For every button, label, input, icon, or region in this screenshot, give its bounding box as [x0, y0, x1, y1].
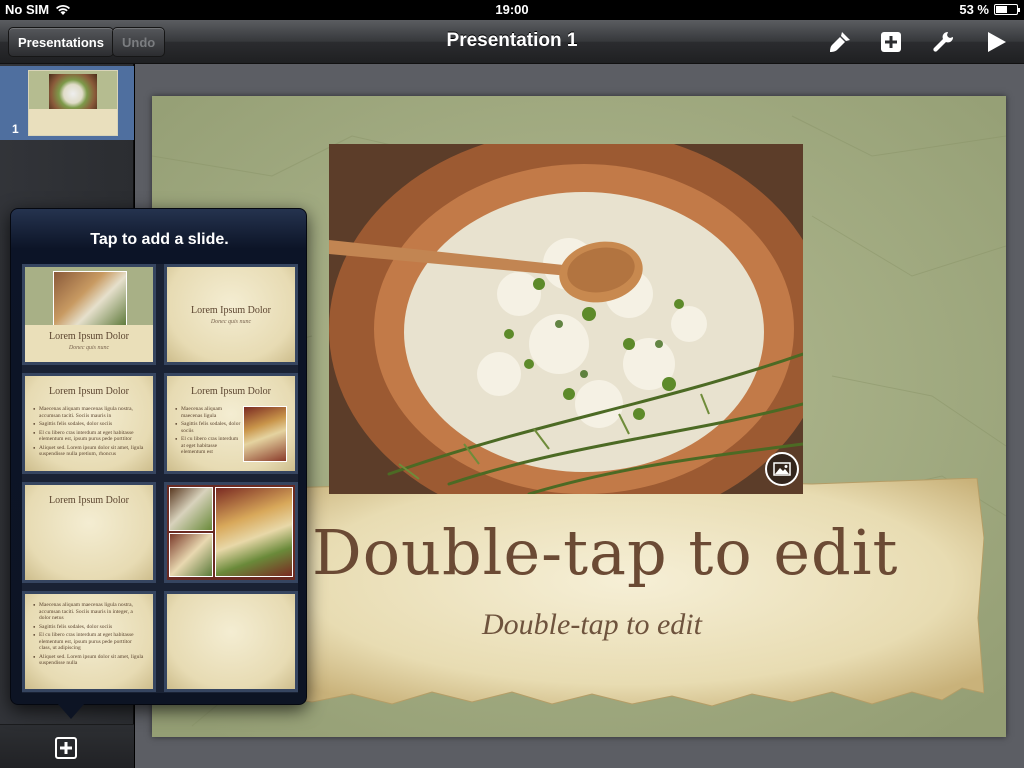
battery-fill [996, 6, 1007, 13]
layout-photo [53, 271, 127, 327]
layout-bullet: El cu libero cras interdum at eget habit… [33, 430, 145, 443]
slide-photo[interactable] [329, 144, 803, 494]
presentations-button[interactable]: Presentations [8, 27, 114, 57]
slide-number: 1 [12, 122, 19, 136]
thumbnail-photo [49, 74, 97, 110]
layout-title: Lorem Ipsum Dolor [191, 305, 271, 316]
layout-bullet: Sagittis felis sodales, dolor sociis [175, 421, 241, 434]
layout-photo-collage[interactable] [164, 482, 298, 583]
slide-thumbnail[interactable] [28, 70, 118, 136]
layout-title-bullets[interactable]: Lorem Ipsum Dolor Maecenas aliquam maece… [22, 373, 156, 474]
layout-photo [243, 406, 287, 462]
play-icon[interactable] [983, 29, 1009, 55]
layout-photo [169, 487, 213, 531]
layout-title-bullets-photo[interactable]: Lorem Ipsum Dolor Maecenas aliquam maece… [164, 373, 298, 474]
wrench-icon[interactable] [930, 29, 956, 55]
thumbnail-paper [29, 109, 117, 135]
layout-bullets: Maecenas aliquam maecenas ligula nostra,… [33, 406, 145, 460]
layout-title-only[interactable]: Lorem Ipsum Dolor Donec quis nunc [164, 264, 298, 365]
undo-button[interactable]: Undo [112, 27, 166, 57]
paintbrush-icon[interactable] [827, 29, 853, 55]
layout-bullet: El cu libero cras interdum at eget habit… [33, 632, 145, 652]
layout-bullet: Maecenas aliquam maecenas ligula nostra,… [33, 602, 145, 622]
layout-bullet: Aliquet sed. Lorem ipsum dolor sit amet,… [33, 654, 145, 667]
layout-subtitle: Donec quis nunc [68, 345, 110, 351]
add-slide-icon [55, 737, 77, 759]
slide-thumbnail-row[interactable]: 1 [0, 66, 134, 140]
add-icon[interactable] [878, 29, 904, 55]
paper-banner [272, 478, 984, 707]
sidebar-bottom-bar [0, 724, 134, 768]
layout-bullet: El cu libero cras interdum at eget habit… [175, 436, 241, 456]
layout-bullet: Aliquet sed. Lorem ipsum dolor sit amet,… [33, 445, 145, 458]
battery-indicator: 53 % [959, 2, 1020, 17]
slide-title[interactable]: Double-tap to edit [312, 516, 932, 589]
clock: 19:00 [495, 2, 529, 17]
layout-bullet: Sagittis felis sodales, dolor sociis [33, 624, 145, 631]
layout-photo [215, 487, 293, 577]
layout-bullet: Sagittis felis sodales, dolor sociis [33, 421, 145, 428]
layout-bullets: Maecenas aliquam maecenas ligula Sagitti… [175, 406, 241, 458]
battery-icon [994, 4, 1020, 15]
layout-title: Lorem Ipsum Dolor [49, 495, 129, 506]
layout-background [167, 594, 295, 689]
layout-bullets-only[interactable]: Maecenas aliquam maecenas ligula nostra,… [22, 591, 156, 692]
layout-title-top[interactable]: Lorem Ipsum Dolor [22, 482, 156, 583]
risotto-image [329, 144, 803, 494]
layout-title-photo[interactable]: Lorem Ipsum Dolor Donec quis nunc [22, 264, 156, 365]
layout-subtitle: Donec quis nunc [210, 319, 252, 325]
layout-bullet: Maecenas aliquam maecenas ligula nostra,… [33, 406, 145, 419]
layout-title: Lorem Ipsum Dolor [49, 386, 129, 397]
battery-percent: 53 % [959, 2, 989, 17]
image-icon [773, 462, 791, 476]
layout-grid: Lorem Ipsum Dolor Donec quis nunc Lorem … [22, 264, 298, 693]
layout-bullets: Maecenas aliquam maecenas ligula nostra,… [33, 602, 145, 669]
layout-bullet: Maecenas aliquam maecenas ligula [175, 406, 241, 419]
status-bar: No SIM 19:00 53 % [0, 0, 1024, 20]
media-placeholder-button[interactable] [765, 452, 799, 486]
add-slide-popover: Tap to add a slide. Lorem Ipsum Dolor Do… [10, 208, 307, 719]
layout-blank[interactable] [164, 591, 298, 692]
toolbar: Presentations Undo Presentation 1 [0, 20, 1024, 64]
layout-title: Lorem Ipsum Dolor [49, 331, 129, 342]
slide-subtitle[interactable]: Double-tap to edit [352, 608, 832, 642]
layout-photo [169, 533, 213, 577]
popover-arrow [57, 703, 85, 719]
layout-title: Lorem Ipsum Dolor [191, 386, 271, 397]
add-slide-button[interactable] [55, 737, 77, 759]
popover-title: Tap to add a slide. [90, 231, 229, 248]
